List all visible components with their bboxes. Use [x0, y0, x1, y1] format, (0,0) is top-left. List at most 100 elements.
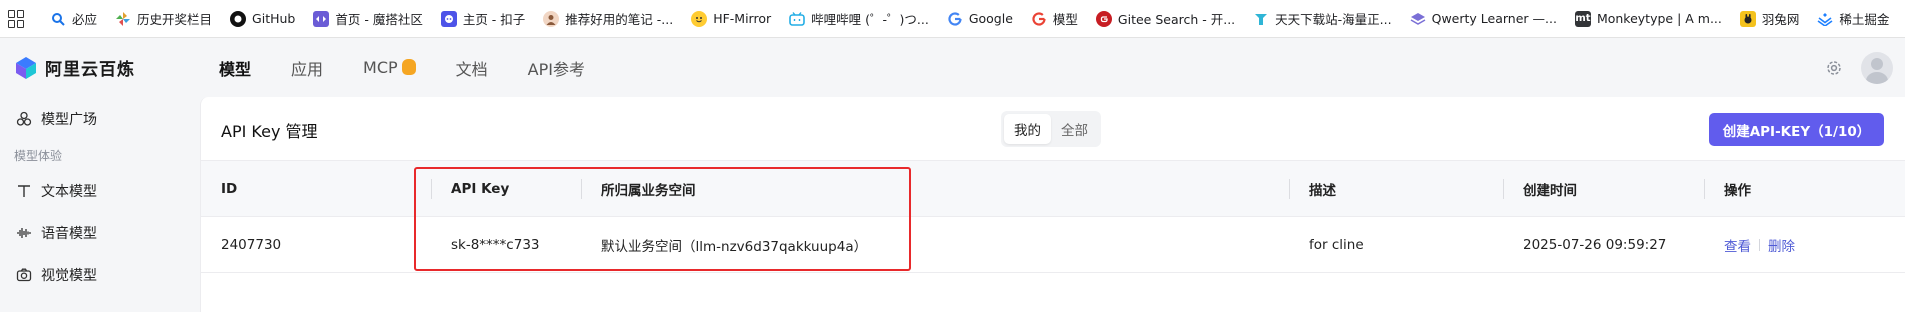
gitee-icon [1095, 10, 1112, 27]
bookmark-label: 历史开奖栏目 [137, 12, 213, 27]
top-navigation: 模型 应用 MCP 文档 API参考 [219, 56, 625, 80]
main-panel: API Key 管理 我的 全部 创建API-KEY（1/10） ID API … [200, 97, 1905, 312]
bookmark-label: HF-Mirror [713, 11, 772, 26]
nav-docs[interactable]: 文档 [456, 56, 488, 80]
column-header-description: 描述 [1309, 183, 1336, 199]
gear-icon[interactable] [1825, 59, 1843, 77]
hf-icon [691, 10, 708, 27]
sidebar-item-label: 语音模型 [41, 226, 97, 242]
bookmark-label: 必应 [72, 12, 98, 27]
bookmark-label: GitHub [252, 11, 296, 26]
column-header-created-time: 创建时间 [1523, 183, 1577, 199]
pinwheel-icon [115, 11, 131, 27]
sidebar-item-vision-model[interactable]: 视觉模型 [0, 254, 200, 296]
column-divider [1289, 179, 1290, 199]
google-icon [1031, 11, 1047, 27]
brand-logo[interactable]: 阿里云百炼 [14, 55, 219, 80]
column-header-workspace: 所归属业务空间 [601, 183, 696, 199]
create-api-key-button[interactable]: 创建API-KEY（1/10） [1709, 113, 1884, 146]
segment-mine[interactable]: 我的 [1004, 114, 1051, 144]
juejin-icon [1817, 11, 1833, 27]
bookmark-label: Google [968, 11, 1013, 26]
cell-created-time: 2025-07-26 09:59:27 [1523, 237, 1667, 253]
delete-button[interactable]: 删除 [1768, 235, 1795, 255]
github-icon [230, 10, 247, 27]
modelscope-icon [313, 10, 330, 27]
nav-models[interactable]: 模型 [219, 56, 251, 80]
column-header-id: ID [221, 181, 238, 197]
bilibili-icon [789, 11, 805, 27]
search-icon [50, 11, 66, 27]
column-divider [581, 179, 582, 199]
bookmark-label: 推荐好用的笔记 -... [565, 12, 674, 27]
bookmark-item[interactable]: HF-Mirror [691, 5, 771, 33]
cell-actions: 查看 删除 [1724, 217, 1795, 273]
segment-all[interactable]: 全部 [1051, 114, 1098, 144]
cell-description: for cline [1309, 237, 1364, 253]
scope-segmented-control: 我的 全部 [1001, 111, 1101, 147]
bookmark-item[interactable]: mt Monkeytype | A m... [1574, 5, 1722, 33]
bookmark-item[interactable]: Google [947, 5, 1013, 33]
bookmark-item[interactable]: GitHub [230, 5, 295, 33]
sidebar: 模型广场 模型体验 文本模型 语音模型 视觉模型 [0, 97, 200, 312]
bookmark-item[interactable]: 羽兔网 [1739, 5, 1799, 33]
action-divider [1759, 239, 1760, 251]
apps-grid-icon[interactable] [8, 9, 24, 28]
app-name: 阿里云百炼 [45, 60, 135, 80]
column-header-api-key: API Key [451, 181, 510, 197]
sidebar-item-label: 文本模型 [41, 183, 97, 200]
bookmark-item[interactable]: 首页 - 魔搭社区 [313, 5, 423, 33]
bookmark-item[interactable]: Gitee Search - 开... [1095, 5, 1236, 33]
user-avatar[interactable] [1861, 51, 1893, 84]
bookmark-item[interactable]: 模型 [1031, 5, 1078, 33]
view-button[interactable]: 查看 [1724, 235, 1751, 255]
bailian-logo-icon [16, 56, 36, 79]
nav-api-reference[interactable]: API参考 [528, 56, 585, 80]
sidebar-group-label: 模型体验 [14, 148, 63, 163]
sidebar-item-model-plaza[interactable]: 模型广场 [0, 97, 200, 141]
nav-apps[interactable]: 应用 [291, 56, 323, 80]
avatar-icon [543, 10, 560, 27]
bookmark-item[interactable]: 主页 - 扣子 [440, 5, 526, 33]
nav-mcp[interactable]: MCP [363, 58, 416, 77]
column-header-actions: 操作 [1724, 183, 1751, 199]
coze-icon [440, 10, 457, 27]
audio-wave-icon [17, 228, 31, 238]
sidebar-item-label: 视觉模型 [41, 268, 97, 284]
bookmark-item[interactable]: 稀土掘金 [1817, 5, 1889, 33]
bookmark-label: Gitee Search - 开... [1117, 12, 1236, 27]
model-plaza-icon [16, 111, 32, 126]
bookmark-item[interactable]: 必应 [50, 5, 97, 33]
bookmark-item[interactable]: 历史开奖栏目 [115, 5, 212, 33]
bookmark-item[interactable]: 天天下载站-海量正... [1253, 5, 1392, 33]
bookmark-item[interactable]: Qwerty Learner —... [1410, 5, 1557, 33]
panel-header: API Key 管理 我的 全部 创建API-KEY（1/10） [201, 97, 1905, 161]
sidebar-item-audio-model[interactable]: 语音模型 [0, 212, 200, 254]
hand-emoji-icon [401, 59, 416, 75]
cell-workspace: 默认业务空间（llm-nzv6d37qakkuup4a） [601, 239, 868, 255]
column-divider [431, 179, 432, 199]
column-divider [1503, 179, 1504, 199]
bookmark-label: 稀土掘金 [1839, 12, 1890, 27]
bookmark-label: Monkeytype | A m... [1596, 11, 1722, 26]
monkeytype-icon: mt [1574, 10, 1591, 27]
table-header: ID API Key 所归属业务空间 描述 创建时间 操作 [201, 161, 1905, 217]
column-divider [1704, 179, 1705, 199]
bookmark-item[interactable]: 推荐好用的笔记 -... [543, 5, 673, 33]
bookmark-label: 主页 - 扣子 [462, 12, 526, 27]
table-row: 2407730 sk-8****c733 默认业务空间（llm-nzv6d37q… [201, 217, 1905, 273]
camera-icon [16, 268, 32, 282]
header-actions [1825, 51, 1893, 84]
page-title: API Key 管理 [221, 122, 318, 141]
yutu-icon [1739, 10, 1756, 27]
bookmark-item[interactable]: 哔哩哔哩 (゜-゜)つ... [789, 5, 929, 33]
google-icon [947, 11, 963, 27]
bookmark-label: Qwerty Learner —... [1431, 11, 1557, 26]
cell-id: 2407730 [221, 237, 282, 253]
cell-api-key: sk-8****c733 [451, 237, 540, 253]
bookmark-label: 天天下载站-海量正... [1275, 12, 1392, 27]
text-icon [18, 184, 30, 197]
sidebar-item-text-model[interactable]: 文本模型 [0, 169, 200, 212]
sidebar-item-label: 模型广场 [41, 112, 97, 128]
qwerty-icon [1410, 11, 1426, 27]
